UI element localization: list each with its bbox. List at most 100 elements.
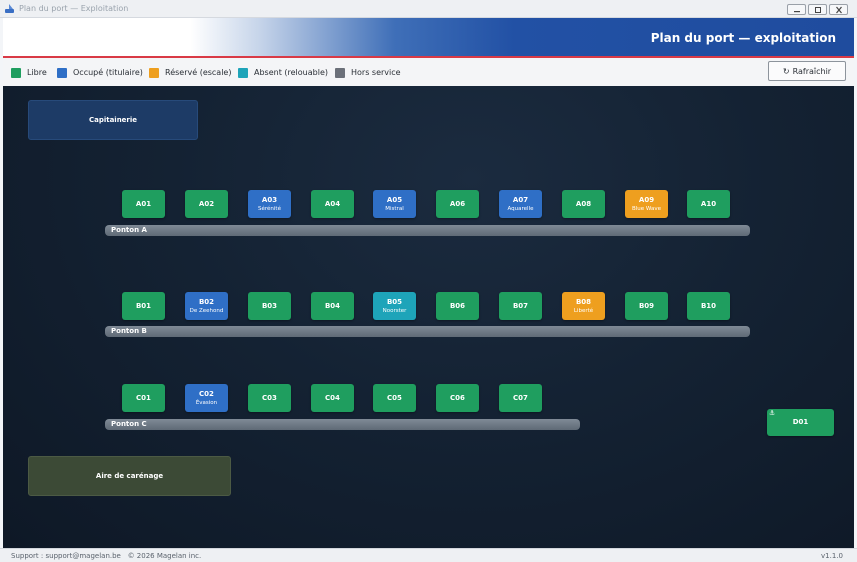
close-button[interactable] xyxy=(829,4,848,15)
legend-swatch xyxy=(149,67,159,78)
legend-item-reserve: Réservé (escale) xyxy=(149,67,231,78)
berth-id: A05 xyxy=(386,195,403,204)
zone-capitainerie[interactable]: Capitainerie xyxy=(28,100,198,140)
berth-id: A07 xyxy=(512,195,529,204)
berth-b06[interactable]: B06 xyxy=(436,292,479,320)
berth-a08[interactable]: A08 xyxy=(562,190,605,218)
berth-a07[interactable]: A07 Aquarelle xyxy=(499,190,542,218)
status-bar: Support : support@magelan.be © 2026 Mage… xyxy=(0,548,857,562)
pontoon-label: Ponton B xyxy=(111,327,147,335)
refresh-icon: ↻ xyxy=(782,66,790,76)
berth-a03[interactable]: A03 Sérénité xyxy=(248,190,291,218)
berth-id: C07 xyxy=(513,393,528,402)
berth-id: C01 xyxy=(136,393,151,402)
boat-name: Blue Wave xyxy=(631,205,661,212)
legend-item-occupe: Occupé (titulaire) xyxy=(57,67,143,78)
berth-b09[interactable]: B09 xyxy=(625,292,668,320)
berth-c05[interactable]: C05 xyxy=(373,384,416,412)
berth-id: C02 xyxy=(199,389,214,398)
berth-c04[interactable]: C04 xyxy=(311,384,354,412)
berth-a10[interactable]: A10 xyxy=(687,190,730,218)
legend-label: Réservé (escale) xyxy=(165,68,232,77)
berth-id: C04 xyxy=(325,393,340,402)
berth-id: B03 xyxy=(261,301,278,310)
berth-b10[interactable]: B10 xyxy=(687,292,730,320)
zone-careenage[interactable]: Aire de carénage xyxy=(28,456,231,496)
boat-name: Aquarelle xyxy=(507,205,534,212)
berth-b08[interactable]: B08 Liberté xyxy=(562,292,605,320)
legend-item-libre: Libre xyxy=(11,67,47,78)
berth-id: A02 xyxy=(198,199,215,208)
legend-swatch xyxy=(11,67,21,78)
berth-id: B02 xyxy=(198,297,215,306)
berth-id: C06 xyxy=(450,393,465,402)
berth-id: B07 xyxy=(512,301,529,310)
version-label: v1.1.0 xyxy=(821,552,843,560)
legend-label: Libre xyxy=(27,68,47,77)
berth-id: A10 xyxy=(700,199,717,208)
status-left: Support : support@magelan.be © 2026 Mage… xyxy=(11,552,201,560)
anchor-icon: ⚓ xyxy=(769,409,776,417)
legend-bar: Libre Occupé (titulaire) Réservé (escale… xyxy=(3,58,854,86)
berth-id: B05 xyxy=(386,297,403,306)
pontoon-label: Ponton A xyxy=(111,226,147,234)
boat-name: Noorster xyxy=(382,307,407,314)
app-icon xyxy=(5,4,14,13)
legend-item-absent: Absent (relouable) xyxy=(238,67,328,78)
support-email[interactable]: Support : support@magelan.be xyxy=(11,552,121,560)
legend-item-hors-service: Hors service xyxy=(335,67,401,78)
berth-a05[interactable]: A05 Mistral xyxy=(373,190,416,218)
boat-name: De Zeehond xyxy=(189,307,224,314)
legend-label: Hors service xyxy=(351,68,401,77)
boat-name: Évasion xyxy=(195,399,218,406)
page-title: Plan du port — exploitation xyxy=(650,31,836,45)
berth-id: B06 xyxy=(449,301,466,310)
berth-c06[interactable]: C06 xyxy=(436,384,479,412)
refresh-label: Rafraîchir xyxy=(792,66,832,76)
berth-c02[interactable]: C02 Évasion xyxy=(185,384,228,412)
berth-a09[interactable]: A09 Blue Wave xyxy=(625,190,668,218)
berth-d01[interactable]: ⚓ D01 xyxy=(767,409,834,436)
legend-label: Absent (relouable) xyxy=(254,68,328,77)
berth-id: B04 xyxy=(324,301,341,310)
berth-a04[interactable]: A04 xyxy=(311,190,354,218)
copyright: © 2026 Magelan inc. xyxy=(127,552,202,560)
window-titlebar[interactable]: Plan du port — Exploitation xyxy=(0,0,857,18)
refresh-button[interactable]: ↻ Rafraîchir xyxy=(768,61,846,81)
berth-a02[interactable]: A02 xyxy=(185,190,228,218)
berth-b03[interactable]: B03 xyxy=(248,292,291,320)
berth-id: A08 xyxy=(575,199,592,208)
berth-id: C03 xyxy=(262,393,277,402)
legend-label: Occupé (titulaire) xyxy=(73,68,143,77)
berth-id: A03 xyxy=(261,195,278,204)
maximize-button[interactable] xyxy=(808,4,827,15)
pontoon-c: Ponton C xyxy=(105,419,580,430)
harbour-map: Capitainerie A01 A02 A03 Sérénité A04 A05… xyxy=(3,86,854,548)
berth-id: A06 xyxy=(449,199,466,208)
berth-id: B08 xyxy=(575,297,592,306)
app-window: Plan du port — Exploitation Plan du port… xyxy=(0,0,857,562)
berth-a01[interactable]: A01 xyxy=(122,190,165,218)
berth-c03[interactable]: C03 xyxy=(248,384,291,412)
berth-id: D01 xyxy=(792,418,809,426)
berth-id: B01 xyxy=(135,301,152,310)
berth-b04[interactable]: B04 xyxy=(311,292,354,320)
berth-b01[interactable]: B01 xyxy=(122,292,165,320)
legend-swatch xyxy=(238,67,248,78)
boat-name: Liberté xyxy=(573,307,594,314)
berth-id: B09 xyxy=(638,301,655,310)
berth-a06[interactable]: A06 xyxy=(436,190,479,218)
minimize-button[interactable] xyxy=(787,4,806,15)
minimize-icon xyxy=(794,11,800,13)
berth-id: B10 xyxy=(700,301,717,310)
legend-swatch xyxy=(57,67,67,78)
berth-b07[interactable]: B07 xyxy=(499,292,542,320)
berth-b05[interactable]: B05 Noorster xyxy=(373,292,416,320)
pontoon-b: Ponton B xyxy=(105,326,750,337)
berth-id: A04 xyxy=(324,199,341,208)
berth-id: A09 xyxy=(638,195,655,204)
berth-b02[interactable]: B02 De Zeehond xyxy=(185,292,228,320)
berth-c07[interactable]: C07 xyxy=(499,384,542,412)
legend-swatch xyxy=(335,67,345,78)
berth-c01[interactable]: C01 xyxy=(122,384,165,412)
